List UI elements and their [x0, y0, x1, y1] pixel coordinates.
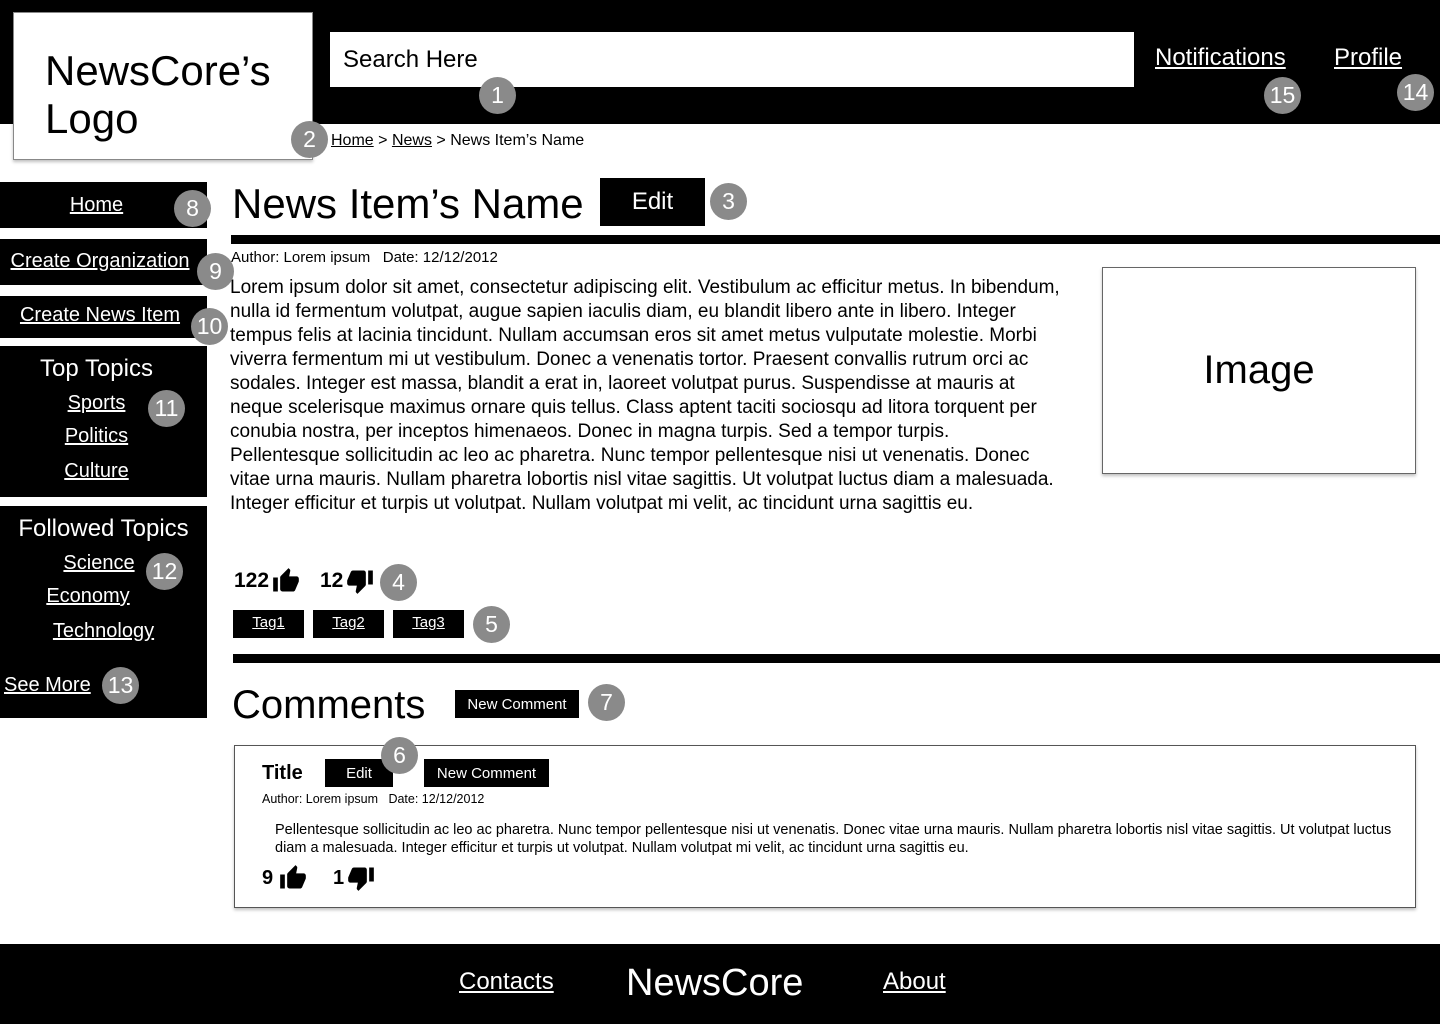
notifications-link[interactable]: Notifications — [1155, 44, 1286, 72]
new-comment-button[interactable]: New Comment — [455, 690, 579, 718]
annotation-marker: 15 — [1264, 77, 1301, 114]
tag-link[interactable]: Tag1 — [233, 610, 304, 638]
annotation-marker: 5 — [473, 606, 510, 643]
breadcrumb-separator: > — [378, 132, 388, 149]
topic-link-politics[interactable]: Politics — [0, 425, 193, 448]
annotation-marker: 14 — [1397, 74, 1434, 111]
annotation-marker: 8 — [174, 190, 211, 227]
annotation-marker: 13 — [102, 667, 139, 704]
annotation-marker: 7 — [588, 684, 625, 721]
breadcrumb-home[interactable]: Home — [331, 132, 374, 149]
footer: Contacts NewsCore About — [0, 944, 1440, 1024]
topic-link-culture[interactable]: Culture — [0, 460, 193, 483]
comment-text: Pellentesque sollicitudin ac leo ac phar… — [275, 822, 1392, 856]
comments-heading: Comments — [232, 683, 426, 727]
dislike-button[interactable]: 12 — [320, 567, 374, 595]
image-placeholder-label: Image — [1203, 348, 1315, 392]
sidebar-item-create-news-item[interactable]: Create News Item — [0, 304, 200, 327]
topic-link-technology[interactable]: Technology — [0, 620, 207, 643]
annotation-marker: 11 — [148, 390, 185, 427]
thumbs-up-icon — [273, 568, 299, 592]
article-meta: Author: Lorem ipsum Date: 12/12/2012 — [231, 249, 498, 266]
breadcrumb-news[interactable]: News — [392, 132, 432, 149]
thumbs-down-icon — [348, 867, 374, 891]
comment-meta: Author: Lorem ipsum Date: 12/12/2012 — [262, 792, 484, 806]
article-date: Date: 12/12/2012 — [382, 249, 498, 266]
reply-comment-button[interactable]: New Comment — [424, 759, 549, 787]
footer-contacts-link[interactable]: Contacts — [459, 968, 554, 996]
annotation-marker: 6 — [381, 737, 418, 774]
annotation-marker: 4 — [380, 564, 417, 601]
annotation-marker: 3 — [710, 183, 747, 220]
sidebar-create-news-item[interactable]: Create News Item — [0, 296, 207, 338]
sidebar-item-create-organization[interactable]: Create Organization — [0, 250, 200, 273]
like-count: 122 — [234, 569, 270, 592]
sidebar-item-home[interactable]: Home — [0, 194, 193, 217]
dislike-count: 12 — [320, 569, 344, 592]
tag-link[interactable]: Tag2 — [313, 610, 384, 638]
search-input[interactable] — [330, 32, 1134, 87]
tag-link[interactable]: Tag3 — [393, 610, 464, 638]
logo[interactable]: NewsCore’s Logo — [13, 12, 313, 160]
sidebar-create-organization[interactable]: Create Organization — [0, 239, 207, 285]
comment-dislike-button[interactable]: 1 — [333, 864, 375, 892]
breadcrumb-separator: > — [436, 132, 446, 149]
footer-brand: NewsCore — [626, 962, 804, 1004]
edit-article-button[interactable]: Edit — [600, 178, 705, 226]
footer-about-link[interactable]: About — [883, 968, 946, 996]
annotation-marker: 9 — [197, 253, 234, 290]
followed-topics-heading: Followed Topics — [18, 515, 189, 542]
comment-like-count: 9 — [262, 866, 274, 889]
article-paragraph: Pellentesque sollicitudin ac leo ac phar… — [230, 445, 1054, 514]
annotation-marker: 12 — [146, 553, 183, 590]
annotation-marker: 2 — [291, 121, 328, 158]
article-author: Author: Lorem ipsum — [231, 249, 371, 266]
annotation-marker: 1 — [479, 77, 516, 114]
comment-dislike-count: 1 — [333, 866, 345, 889]
comment-author: Author: Lorem ipsum — [262, 792, 379, 806]
breadcrumb: Home > News > News Item’s Name — [331, 132, 584, 150]
title-divider — [231, 235, 1440, 244]
comment-date: Date: 12/12/2012 — [388, 792, 485, 806]
annotation-marker: 10 — [191, 308, 228, 345]
article-title: News Item’s Name — [232, 180, 584, 227]
topic-link-economy[interactable]: Economy — [0, 585, 176, 608]
thumbs-up-icon — [280, 865, 306, 889]
breadcrumb-current: News Item’s Name — [450, 132, 585, 149]
comments-divider — [233, 654, 1440, 663]
thumbs-down-icon — [347, 570, 374, 594]
like-button[interactable]: 122 — [234, 567, 300, 595]
article-body: Lorem ipsum dolor sit amet, consectetur … — [230, 276, 1070, 516]
see-more-link[interactable]: See More — [4, 674, 91, 697]
article-image: Image — [1102, 267, 1416, 474]
top-topics-heading: Top Topics — [40, 355, 153, 382]
profile-link[interactable]: Profile — [1334, 44, 1402, 72]
comment-title: Title — [262, 762, 303, 784]
comment-like-button[interactable]: 9 — [262, 864, 307, 892]
article-paragraph: Lorem ipsum dolor sit amet, consectetur … — [230, 277, 1060, 442]
